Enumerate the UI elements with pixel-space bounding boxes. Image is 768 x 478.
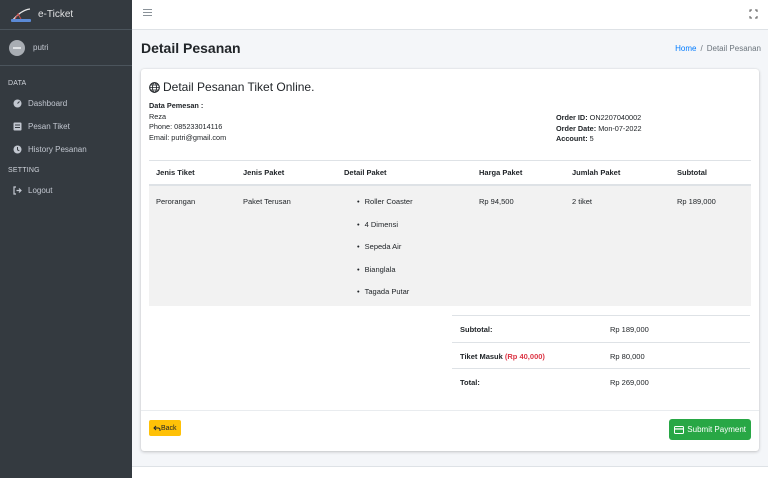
- submit-button-label: Submit Payment: [687, 425, 746, 434]
- order-id-label: Order ID:: [556, 113, 588, 122]
- cell-jenis-paket: Paket Terusan: [243, 197, 291, 206]
- user-name[interactable]: putri: [33, 43, 49, 52]
- page-title: Detail Pesanan: [141, 40, 241, 56]
- account-label: Account:: [556, 134, 588, 144]
- col-detail-paket: Detail Paket: [344, 168, 387, 177]
- list-icon: [13, 122, 22, 131]
- order-id-value: ON2207040002: [589, 113, 642, 122]
- card-footer-divider: [141, 410, 759, 411]
- col-jumlah-paket: Jumlah Paket: [572, 168, 621, 177]
- history-icon: [13, 145, 22, 154]
- page-footer: [132, 466, 768, 478]
- nav-header-setting: SETTING: [8, 167, 40, 174]
- col-jenis-paket: Jenis Paket: [243, 168, 285, 177]
- buyer-info: Data Pemesan : Reza Phone: 085233014116 …: [149, 101, 226, 143]
- card-title: Detail Pesanan Tiket Online.: [149, 80, 314, 94]
- buyer-phone: Phone: 085233014116: [149, 122, 223, 132]
- sidebar: e-Ticket putri DATA Dashboard Pesan Tike…: [0, 0, 132, 478]
- logout-icon: [13, 186, 22, 195]
- totals-table: Subtotal: Rp 189,000 Tiket Masuk (Rp 40,…: [452, 315, 750, 395]
- submit-payment-button[interactable]: Submit Payment: [669, 419, 751, 440]
- buyer-name: Reza: [149, 111, 167, 121]
- cell-jenis-tiket: Perorangan: [156, 197, 196, 206]
- sidebar-item-logout[interactable]: Logout: [0, 179, 132, 202]
- order-detail-card: Detail Pesanan Tiket Online. Data Pemesa…: [141, 69, 759, 451]
- breadcrumb-separator: /: [700, 44, 703, 53]
- cell-jumlah: 2 tiket: [572, 197, 593, 206]
- list-item: 4 Dimensi: [357, 220, 413, 243]
- top-navbar: [132, 0, 768, 30]
- subtotal-value: Rp 189,000: [610, 325, 649, 334]
- avatar: [9, 39, 25, 56]
- credit-card-icon: [674, 425, 685, 434]
- tiket-masuk-label: Tiket Masuk (Rp 40,000): [460, 351, 545, 361]
- sidebar-item-label: Logout: [28, 186, 53, 195]
- back-button-label: Back: [161, 424, 177, 432]
- card-title-text: Detail Pesanan Tiket Online.: [163, 80, 315, 94]
- col-jenis-tiket: Jenis Tiket: [156, 168, 195, 177]
- total-value: Rp 269,000: [610, 378, 649, 387]
- back-button[interactable]: Back: [149, 420, 181, 436]
- package-detail-list: Roller Coaster 4 Dimensi Sepeda Air Bian…: [357, 197, 413, 310]
- fullscreen-icon[interactable]: [749, 9, 758, 19]
- buyer-email: Email: putri@gmail.com: [149, 132, 227, 142]
- tiket-masuk-row: Tiket Masuk (Rp 40,000) Rp 80,000: [452, 341, 750, 369]
- col-harga-paket: Harga Paket: [479, 168, 523, 177]
- nav-header-data: DATA: [8, 80, 27, 87]
- table-header: Jenis Tiket Jenis Paket Detail Paket Har…: [149, 160, 751, 186]
- breadcrumb-home-link[interactable]: Home: [675, 44, 696, 53]
- order-info: Order ID: ON2207040002 Order Date: Mon-0…: [556, 113, 642, 145]
- user-panel[interactable]: putri: [0, 30, 132, 66]
- sidebar-item-dashboard[interactable]: Dashboard: [0, 92, 132, 115]
- list-item: Tagada Putar: [357, 287, 413, 310]
- subtotal-label: Subtotal:: [460, 325, 493, 334]
- tiket-masuk-price: (Rp 40,000): [504, 351, 545, 361]
- col-subtotal: Subtotal: [677, 168, 707, 177]
- order-table: Jenis Tiket Jenis Paket Detail Paket Har…: [149, 160, 751, 306]
- sidebar-item-label: Pesan Tiket: [28, 122, 70, 131]
- menu-toggle-icon[interactable]: [143, 9, 152, 17]
- sidebar-item-label: History Pesanan: [28, 145, 87, 154]
- tachometer-icon: [13, 99, 22, 108]
- total-row: Total: Rp 269,000: [452, 368, 750, 395]
- order-date-value: Mon-07-2022: [598, 123, 642, 133]
- sidebar-item-history[interactable]: History Pesanan: [0, 138, 132, 161]
- brand-logo-icon: [10, 6, 32, 24]
- tiket-masuk-value: Rp 80,000: [610, 351, 645, 361]
- globe-icon: [149, 81, 160, 93]
- subtotal-row: Subtotal: Rp 189,000: [452, 315, 750, 342]
- list-item: Bianglala: [357, 265, 413, 288]
- buyer-heading: Data Pemesan :: [149, 101, 204, 110]
- cell-subtotal: Rp 189,000: [677, 197, 716, 206]
- sidebar-item-label: Dashboard: [28, 99, 68, 108]
- account-value: 5: [589, 134, 594, 144]
- brand-name: e-Ticket: [38, 9, 74, 20]
- total-label: Total:: [460, 378, 480, 387]
- order-date-label: Order Date:: [556, 123, 597, 133]
- table-row: Perorangan Paket Terusan Roller Coaster …: [149, 186, 751, 306]
- brand-link[interactable]: e-Ticket: [0, 0, 132, 30]
- sidebar-item-pesan-tiket[interactable]: Pesan Tiket: [0, 115, 132, 138]
- breadcrumb: Home / Detail Pesanan: [675, 44, 761, 53]
- list-item: Roller Coaster: [357, 197, 413, 220]
- undo-icon: [153, 425, 161, 431]
- breadcrumb-current: Detail Pesanan: [706, 44, 761, 53]
- list-item: Sepeda Air: [357, 242, 413, 265]
- cell-harga: Rp 94,500: [479, 197, 514, 206]
